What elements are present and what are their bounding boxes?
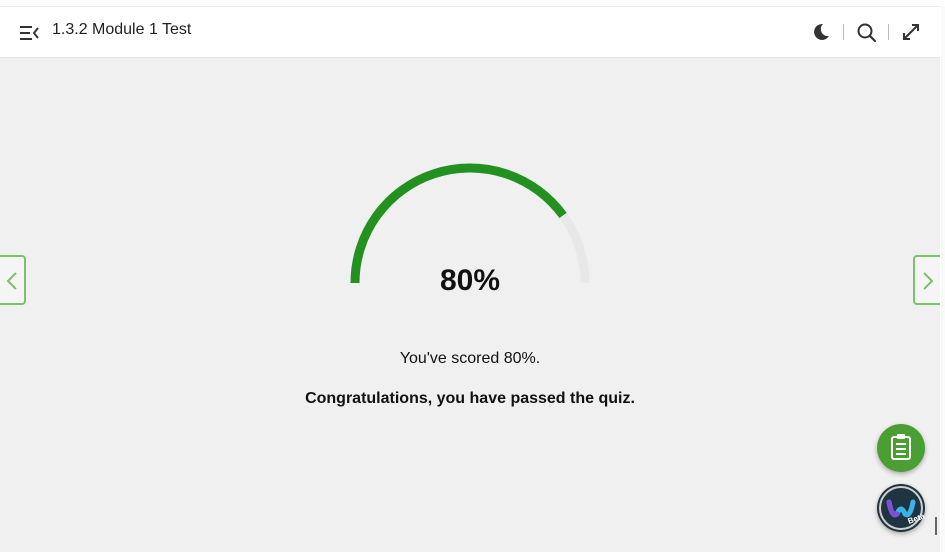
- collapse-menu-icon[interactable]: [18, 22, 40, 44]
- previous-page-button[interactable]: [0, 255, 26, 305]
- quiz-summary-button[interactable]: [877, 424, 925, 472]
- search-icon[interactable]: [855, 21, 877, 43]
- quiz-result-panel: 80% You've scored 80%. Congratulations, …: [0, 58, 940, 552]
- page-title: 1.3.2 Module 1 Test: [52, 21, 192, 38]
- fullscreen-expand-icon[interactable]: [900, 21, 922, 43]
- top-header-bar: 1.3.2 Module 1 Test: [0, 6, 940, 58]
- score-percent: 80%: [439, 264, 501, 297]
- next-page-button[interactable]: [913, 255, 940, 305]
- header-divider: [843, 24, 844, 40]
- pass-message: Congratulations, you have passed the qui…: [305, 390, 635, 407]
- score-text: You've scored 80%.: [399, 350, 541, 367]
- webex-assistant-button[interactable]: Beta: [877, 484, 925, 532]
- chevron-right-icon: [923, 272, 934, 290]
- dark-mode-moon-icon[interactable]: [810, 21, 832, 43]
- page-scrollbar[interactable]: [941, 6, 945, 552]
- webex-logo-icon: Beta: [879, 486, 925, 530]
- clipboard-list-icon: [891, 434, 911, 460]
- scrollbar-thumb[interactable]: [935, 517, 937, 535]
- chevron-left-icon: [6, 272, 17, 290]
- header-divider: [888, 24, 889, 40]
